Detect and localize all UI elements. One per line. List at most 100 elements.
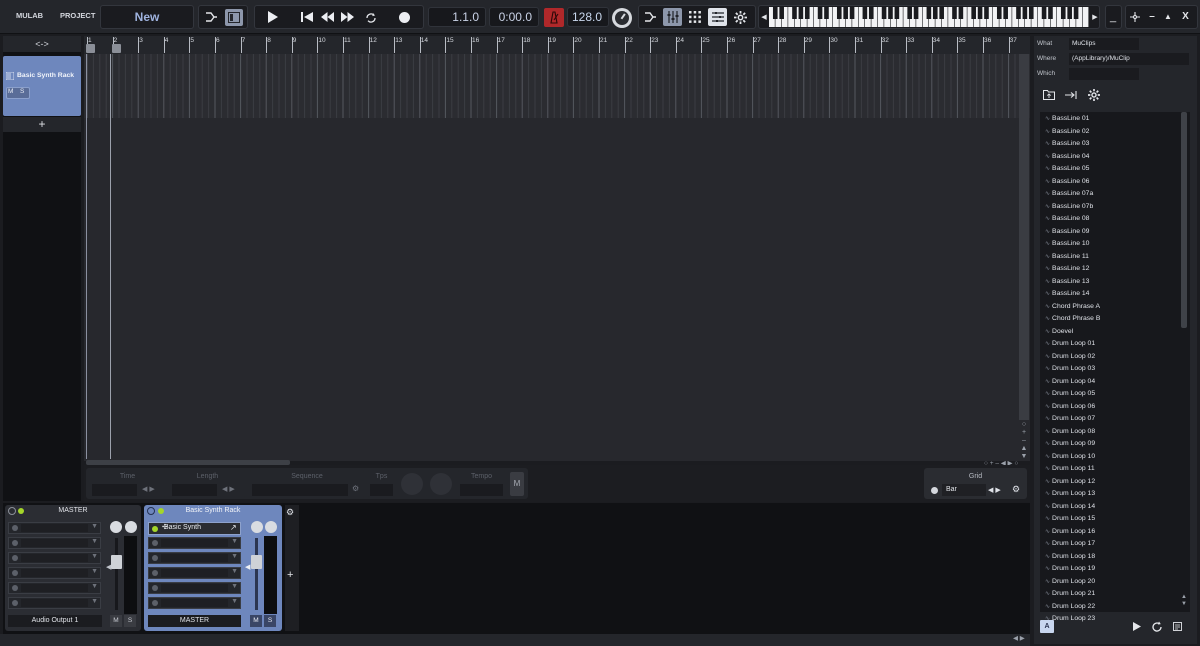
rack-output-select[interactable]: MASTER: [148, 615, 241, 627]
file-list-scroll-arrows[interactable]: ▲ ▼: [1181, 594, 1187, 608]
panel-minimize-icon[interactable]: _: [1107, 10, 1119, 24]
file-list-item[interactable]: ∿ Drum Loop 07: [1045, 415, 1095, 427]
file-list-item[interactable]: ∿ BassLine 06: [1045, 178, 1089, 190]
file-list-item[interactable]: ∿ BassLine 01: [1045, 115, 1089, 127]
project-name-field[interactable]: New: [100, 5, 194, 29]
file-list-item[interactable]: ∿ Drum Loop 18: [1045, 553, 1095, 565]
tps-knob-2[interactable]: [430, 473, 452, 495]
loop-icon[interactable]: [364, 11, 377, 24]
length-field[interactable]: Length ◀ ▶: [170, 470, 245, 498]
insert-slot[interactable]: ▼: [8, 582, 101, 594]
insert-slot[interactable]: ▼: [8, 537, 101, 549]
routing-icon[interactable]: [203, 9, 219, 25]
details-list-icon[interactable]: [1171, 621, 1183, 632]
refresh-icon[interactable]: [1150, 620, 1163, 633]
file-list-item[interactable]: ∿ Drum Loop 03: [1045, 365, 1095, 377]
tempo-mute-button[interactable]: M: [510, 472, 524, 496]
file-list-item[interactable]: ∿ BassLine 07a: [1045, 190, 1093, 202]
browser-which-field[interactable]: [1069, 68, 1139, 80]
arrange-area[interactable]: [84, 118, 1030, 461]
tempo-display[interactable]: 128.0: [567, 7, 609, 27]
folder-up-icon[interactable]: [1042, 88, 1056, 101]
file-list-item[interactable]: ∿ Drum Loop 02: [1045, 353, 1095, 365]
maximize-icon[interactable]: ▲: [1162, 10, 1174, 23]
fast-forward-icon[interactable]: [340, 11, 354, 23]
file-list-scrollbar[interactable]: [1181, 112, 1187, 328]
file-list-item[interactable]: ∿ BassLine 03: [1045, 140, 1089, 152]
rack-solo-button[interactable]: S: [264, 615, 276, 627]
tps-field[interactable]: Tps: [368, 470, 395, 498]
time-field[interactable]: Time ◀ ▶: [90, 470, 165, 498]
file-list-item[interactable]: ∿ Drum Loop 04: [1045, 378, 1095, 390]
settings-gear-icon[interactable]: [733, 10, 748, 24]
project-menu[interactable]: PROJECT: [60, 11, 95, 20]
file-list-item[interactable]: ∿ Drum Loop 10: [1045, 453, 1095, 465]
file-list-item[interactable]: ∿ Drum Loop 19: [1045, 565, 1095, 577]
browser-a-button[interactable]: A: [1040, 620, 1054, 633]
browser-gear-icon[interactable]: [1087, 88, 1101, 102]
routing-view-icon[interactable]: [643, 10, 658, 24]
insert-slot[interactable]: ▼: [148, 537, 241, 549]
add-mixer-strip-button[interactable]: +: [287, 569, 293, 581]
reveal-arrow-icon[interactable]: [1064, 88, 1078, 101]
tps-knob-1[interactable]: [401, 473, 423, 495]
keyboard-scroll-right-icon[interactable]: ▶: [1091, 12, 1099, 22]
grid-view-icon[interactable]: [687, 10, 702, 24]
rack-mute-button[interactable]: M: [250, 615, 262, 627]
layout-toggle-icon[interactable]: [225, 9, 243, 26]
grid-value[interactable]: Bar: [942, 484, 986, 496]
file-list-item[interactable]: ∿ BassLine 04: [1045, 153, 1089, 165]
file-list-item[interactable]: ∿ Drum Loop 17: [1045, 540, 1095, 552]
file-list-item[interactable]: ∿ Drum Loop 16: [1045, 528, 1095, 540]
master-solo-button[interactable]: S: [124, 615, 136, 627]
song-position-display[interactable]: 1.1.0: [428, 7, 486, 27]
file-list-item[interactable]: ∿ Drum Loop 11: [1045, 465, 1095, 477]
master-volume-knob[interactable]: [110, 521, 122, 533]
rack-pan-knob[interactable]: [265, 521, 277, 533]
play-icon[interactable]: [265, 10, 279, 24]
file-list-item[interactable]: ∿ Drum Loop 09: [1045, 440, 1095, 452]
file-list-item[interactable]: ∿ BassLine 13: [1045, 278, 1089, 290]
master-mute-button[interactable]: M: [110, 615, 122, 627]
browser-view-icon[interactable]: [708, 8, 727, 26]
rewind-icon[interactable]: [320, 11, 334, 23]
file-list-item[interactable]: ∿ BassLine 12: [1045, 265, 1089, 277]
file-list-item[interactable]: ∿ BassLine 11: [1045, 253, 1089, 265]
file-list-item[interactable]: ∿ Drum Loop 05: [1045, 390, 1095, 402]
insert-slot[interactable]: ▼: [148, 567, 241, 579]
browser-where-field[interactable]: (AppLibrary)/MuClip: [1069, 53, 1189, 65]
sequence-gear-icon[interactable]: ⚙: [352, 484, 359, 493]
file-list-item[interactable]: ∿ Doevel: [1045, 328, 1073, 340]
file-list-item[interactable]: ∿ BassLine 10: [1045, 240, 1089, 252]
insert-slot[interactable]: ▼: [148, 582, 241, 594]
track-solo-button[interactable]: S: [20, 88, 24, 95]
master-output-select[interactable]: Audio Output 1: [8, 615, 102, 627]
insert-slot[interactable]: ▼: [8, 567, 101, 579]
file-list-item[interactable]: ∿ Drum Loop 14: [1045, 503, 1095, 515]
rack-fader-handle[interactable]: [251, 555, 262, 569]
file-list-item[interactable]: ∿ Drum Loop 01: [1045, 340, 1095, 352]
track-mute-button[interactable]: M: [8, 88, 13, 95]
master-pan-knob[interactable]: [125, 521, 137, 533]
file-list-item[interactable]: ∿ Drum Loop 15: [1045, 515, 1095, 527]
preview-play-icon[interactable]: [1131, 621, 1142, 632]
metronome-icon[interactable]: [544, 8, 564, 27]
file-list-item[interactable]: ∿ Drum Loop 21: [1045, 590, 1095, 602]
file-list-item[interactable]: ∿ BassLine 05: [1045, 165, 1089, 177]
file-list-item[interactable]: ∿ Chord Phrase A: [1045, 303, 1100, 315]
loop-start-marker[interactable]: [86, 44, 95, 53]
file-list-item[interactable]: ∿ BassLine 09: [1045, 228, 1089, 240]
plugin-open-icon[interactable]: ↗: [230, 523, 237, 532]
file-list-item[interactable]: ∿ BassLine 08: [1045, 215, 1089, 227]
rack-volume-knob[interactable]: [251, 521, 263, 533]
minimize-icon[interactable]: –: [1146, 10, 1158, 23]
file-list-item[interactable]: ∿ Drum Loop 22: [1045, 603, 1095, 615]
close-icon[interactable]: X: [1179, 10, 1192, 23]
tempo-knob[interactable]: [612, 8, 632, 28]
master-fader-handle[interactable]: [111, 555, 122, 569]
file-list-item[interactable]: ∿ Drum Loop 20: [1045, 578, 1095, 590]
arrange-vertical-scrollbar[interactable]: [1019, 54, 1029, 420]
grid-prev-next[interactable]: ◀ ▶: [988, 486, 1001, 494]
file-list-item[interactable]: ∿ BassLine 02: [1045, 128, 1089, 140]
time-display[interactable]: 0:00.0: [489, 7, 539, 27]
